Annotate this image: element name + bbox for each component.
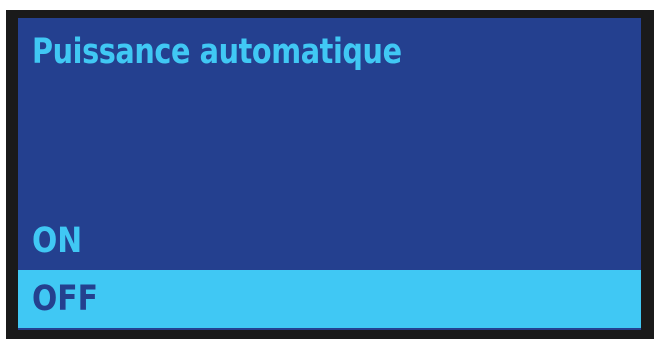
option-list: ON OFF (18, 214, 641, 328)
option-off[interactable]: OFF (18, 270, 641, 328)
osd-screen: Puissance automatique ON OFF (18, 18, 641, 330)
option-off-label: OFF (32, 279, 98, 319)
option-on[interactable]: ON (18, 214, 641, 268)
menu-title: Puissance automatique (32, 32, 402, 72)
option-on-label: ON (32, 221, 83, 261)
